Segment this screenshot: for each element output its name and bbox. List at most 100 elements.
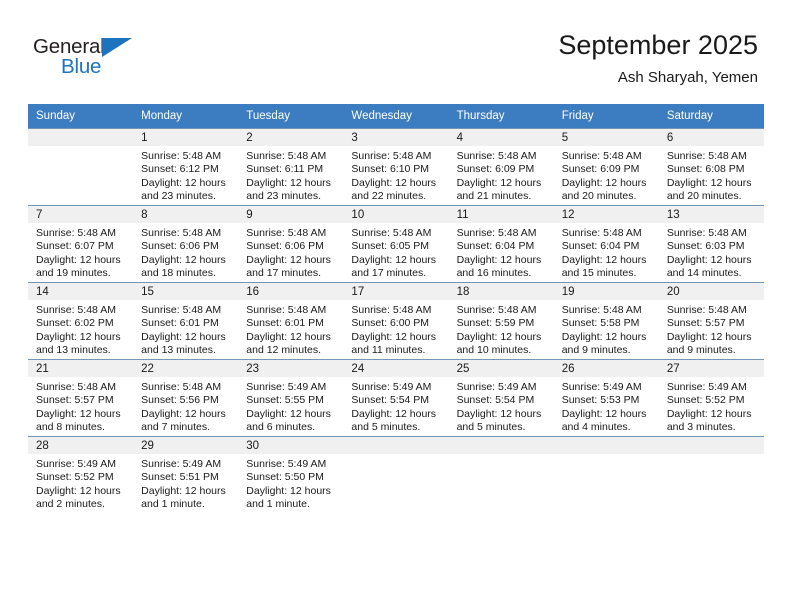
page-title: September 2025 (558, 30, 758, 60)
day-details: Sunrise: 5:49 AM Sunset: 5:54 PM Daylight:… (343, 377, 448, 435)
day-cell[interactable]: 9 Sunrise: 5:48 AM Sunset: 6:06 PM Daylight… (238, 205, 344, 283)
day-cell[interactable]: 26 Sunrise: 5:49 AM Sunset: 5:53 PM Dayligh… (553, 359, 659, 437)
day-cell[interactable]: 8 Sunrise: 5:48 AM Sunset: 6:06 PM Daylight… (133, 205, 239, 283)
daylight-text: Daylight: 12 hours and 3 minutes. (666, 407, 752, 434)
calendar-page: General Blue September 2025 Ash Sharyah,… (0, 0, 792, 612)
day-cell[interactable]: 27 Sunrise: 5:49 AM Sunset: 5:52 PM Dayligh… (658, 359, 764, 437)
day-cell[interactable]: 25 Sunrise: 5:49 AM Sunset: 5:54 PM Dayligh… (448, 359, 554, 437)
title-block: September 2025 Ash Sharyah, Yemen (558, 28, 758, 88)
day-number: 20 (658, 283, 764, 300)
sunset-text: Sunset: 6:03 PM (666, 240, 745, 253)
day-cell[interactable]: 10 Sunrise: 5:48 AM Sunset: 6:05 PM Dayligh… (343, 205, 449, 283)
daylight-text: Daylight: 12 hours and 20 minutes. (561, 176, 647, 203)
day-details: Sunrise: 5:49 AM Sunset: 5:53 PM Daylight:… (554, 377, 659, 435)
sunset-text: Sunset: 5:59 PM (456, 317, 535, 330)
day-cell[interactable]: 29 Sunrise: 5:49 AM Sunset: 5:51 PM Dayligh… (133, 436, 239, 513)
day-cell[interactable]: 12 Sunrise: 5:48 AM Sunset: 6:04 PM Dayligh… (553, 205, 659, 283)
day-cell[interactable]: 23 Sunrise: 5:49 AM Sunset: 5:55 PM Dayligh… (238, 359, 344, 437)
day-cell[interactable]: 5 Sunrise: 5:48 AM Sunset: 6:09 PM Daylight… (553, 128, 659, 206)
logo-triangle-icon (102, 38, 132, 57)
day-cell[interactable]: 14 Sunrise: 5:48 AM Sunset: 6:02 PM Dayligh… (28, 282, 134, 360)
day-number: 13 (658, 206, 764, 223)
day-cell-empty (553, 436, 659, 513)
day-details: Sunrise: 5:48 AM Sunset: 5:58 PM Daylight:… (554, 300, 659, 358)
day-number: 3 (343, 129, 449, 146)
day-number: 2 (238, 129, 344, 146)
day-details: Sunrise: 5:48 AM Sunset: 6:06 PM Daylight:… (133, 223, 238, 281)
day-details: Sunrise: 5:48 AM Sunset: 6:07 PM Daylight:… (28, 223, 133, 281)
daylight-text: Daylight: 12 hours and 13 minutes. (36, 330, 121, 357)
sunset-text: Sunset: 6:11 PM (246, 163, 324, 176)
day-cell[interactable]: 11 Sunrise: 5:48 AM Sunset: 6:04 PM Dayligh… (448, 205, 554, 283)
day-cell[interactable]: 4 Sunrise: 5:48 AM Sunset: 6:09 PM Daylight… (448, 128, 554, 206)
day-cell[interactable]: 2 Sunrise: 5:48 AM Sunset: 6:11 PM Daylight… (238, 128, 344, 206)
calendar-week-row: 28 Sunrise: 5:49 AM Sunset: 5:52 PM Dayligh… (28, 436, 764, 513)
day-details: Sunrise: 5:49 AM Sunset: 5:55 PM Daylight:… (238, 377, 343, 435)
day-cell[interactable]: 28 Sunrise: 5:49 AM Sunset: 5:52 PM Dayligh… (28, 436, 134, 513)
day-number: 5 (553, 129, 659, 146)
day-cell-empty (658, 436, 764, 513)
day-details: Sunrise: 5:48 AM Sunset: 5:57 PM Daylight:… (659, 300, 764, 358)
day-cell[interactable]: 21 Sunrise: 5:48 AM Sunset: 5:57 PM Dayligh… (28, 359, 134, 437)
day-details: Sunrise: 5:48 AM Sunset: 6:09 PM Daylight:… (449, 146, 554, 204)
daylight-text: Daylight: 12 hours and 23 minutes. (141, 176, 226, 203)
calendar-header-row: Sunday Monday Tuesday Wednesday Thursday… (28, 104, 764, 129)
sunrise-text: Sunrise: 5:48 AM (561, 304, 642, 316)
day-number: 14 (28, 283, 134, 300)
day-cell[interactable]: 15 Sunrise: 5:48 AM Sunset: 6:01 PM Dayligh… (133, 282, 239, 360)
calendar-week-row: 21 Sunrise: 5:48 AM Sunset: 5:57 PM Dayligh… (28, 359, 764, 437)
sunrise-text: Sunrise: 5:49 AM (246, 458, 327, 470)
sunset-text: Sunset: 6:01 PM (141, 317, 219, 330)
calendar-week-row: 14 Sunrise: 5:48 AM Sunset: 6:02 PM Dayligh… (28, 282, 764, 360)
daylight-text: Daylight: 12 hours and 7 minutes. (141, 407, 226, 434)
day-details: Sunrise: 5:49 AM Sunset: 5:52 PM Daylight:… (659, 377, 764, 435)
day-cell[interactable]: 19 Sunrise: 5:48 AM Sunset: 5:58 PM Dayligh… (553, 282, 659, 360)
day-details: Sunrise: 5:48 AM Sunset: 5:57 PM Daylight:… (28, 377, 133, 435)
daylight-text: Daylight: 12 hours and 5 minutes. (351, 407, 437, 434)
day-number: 24 (343, 360, 449, 377)
day-cell[interactable]: 17 Sunrise: 5:48 AM Sunset: 6:00 PM Dayligh… (343, 282, 449, 360)
day-cell[interactable]: 13 Sunrise: 5:48 AM Sunset: 6:03 PM Dayligh… (658, 205, 764, 283)
sunset-text: Sunset: 5:50 PM (246, 471, 324, 484)
daylight-text: Daylight: 12 hours and 10 minutes. (456, 330, 542, 357)
day-details: Sunrise: 5:48 AM Sunset: 6:01 PM Daylight:… (133, 300, 238, 358)
sunset-text: Sunset: 5:53 PM (561, 394, 640, 407)
sunset-text: Sunset: 5:57 PM (36, 394, 114, 407)
day-number (553, 437, 659, 454)
page-subtitle: Ash Sharyah, Yemen (617, 69, 758, 86)
daylight-text: Daylight: 12 hours and 12 minutes. (246, 330, 331, 357)
day-number: 8 (133, 206, 239, 223)
sunrise-text: Sunrise: 5:48 AM (351, 304, 432, 316)
sunrise-text: Sunrise: 5:48 AM (246, 227, 327, 239)
sunset-text: Sunset: 5:54 PM (456, 394, 535, 407)
day-details (554, 454, 659, 458)
sunset-text: Sunset: 6:04 PM (561, 240, 640, 253)
day-details: Sunrise: 5:48 AM Sunset: 6:08 PM Daylight:… (659, 146, 764, 204)
day-details (28, 146, 133, 150)
day-details: Sunrise: 5:48 AM Sunset: 6:04 PM Daylight:… (449, 223, 554, 281)
day-details: Sunrise: 5:48 AM Sunset: 6:05 PM Daylight:… (343, 223, 448, 281)
day-cell[interactable]: 7 Sunrise: 5:48 AM Sunset: 6:07 PM Daylight… (28, 205, 134, 283)
sunrise-text: Sunrise: 5:48 AM (141, 381, 222, 393)
day-cell[interactable]: 18 Sunrise: 5:48 AM Sunset: 5:59 PM Dayligh… (448, 282, 554, 360)
sunrise-text: Sunrise: 5:49 AM (141, 458, 222, 470)
day-cell[interactable]: 16 Sunrise: 5:48 AM Sunset: 6:01 PM Dayligh… (238, 282, 344, 360)
day-cell[interactable]: 24 Sunrise: 5:49 AM Sunset: 5:54 PM Dayligh… (343, 359, 449, 437)
sunrise-text: Sunrise: 5:48 AM (141, 150, 222, 162)
day-cell[interactable]: 3 Sunrise: 5:48 AM Sunset: 6:10 PM Daylight… (343, 128, 449, 206)
weekday-header-saturday: Saturday (658, 104, 764, 129)
daylight-text: Daylight: 12 hours and 8 minutes. (36, 407, 121, 434)
daylight-text: Daylight: 12 hours and 16 minutes. (456, 253, 542, 280)
generalblue-logo[interactable]: General Blue (33, 36, 143, 82)
daylight-text: Daylight: 12 hours and 1 minute. (246, 484, 331, 511)
day-number (658, 437, 764, 454)
sunset-text: Sunset: 5:58 PM (561, 317, 640, 330)
sunrise-text: Sunrise: 5:48 AM (456, 304, 537, 316)
sunset-text: Sunset: 6:08 PM (666, 163, 745, 176)
day-cell[interactable]: 20 Sunrise: 5:48 AM Sunset: 5:57 PM Dayligh… (658, 282, 764, 360)
day-cell[interactable]: 30 Sunrise: 5:49 AM Sunset: 5:50 PM Dayligh… (238, 436, 344, 513)
day-cell[interactable]: 6 Sunrise: 5:48 AM Sunset: 6:08 PM Daylight… (658, 128, 764, 206)
sunset-text: Sunset: 5:51 PM (141, 471, 219, 484)
day-cell[interactable]: 1 Sunrise: 5:48 AM Sunset: 6:12 PM Daylight… (133, 128, 239, 206)
day-cell[interactable]: 22 Sunrise: 5:48 AM Sunset: 5:56 PM Dayligh… (133, 359, 239, 437)
